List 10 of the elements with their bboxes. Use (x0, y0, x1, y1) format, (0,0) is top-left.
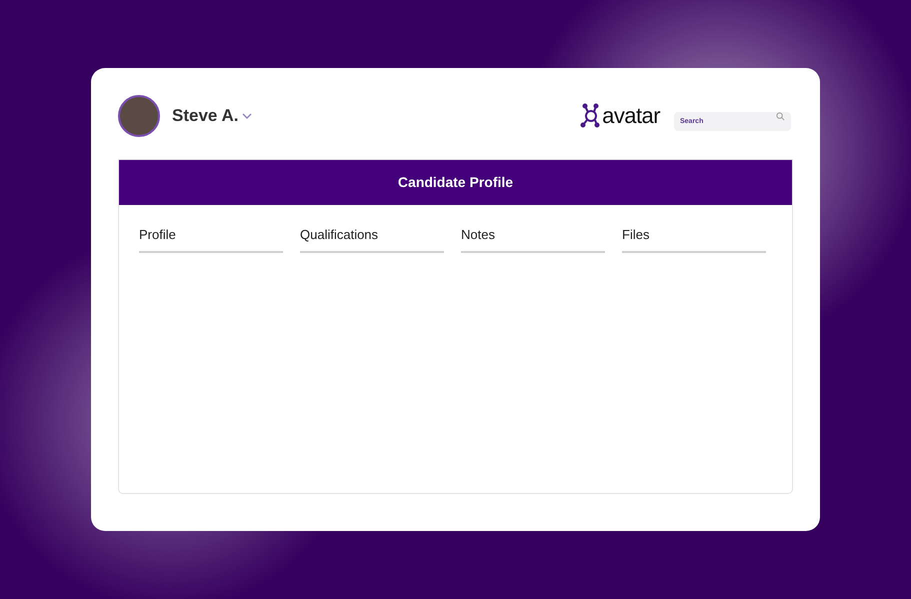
tab[interactable]: Qualifications (300, 225, 444, 252)
caret-icon (242, 113, 252, 119)
tab[interactable]: Files (622, 225, 766, 252)
logo-text: avatar (602, 105, 660, 127)
tab[interactable]: Profile (139, 225, 283, 252)
search-icon (776, 112, 785, 120)
user-menu-button[interactable]: Steve A. (172, 103, 252, 129)
tab[interactable]: Notes (461, 225, 605, 252)
logo-icon (580, 103, 600, 129)
panel-title: Candidate Profile (398, 173, 514, 192)
